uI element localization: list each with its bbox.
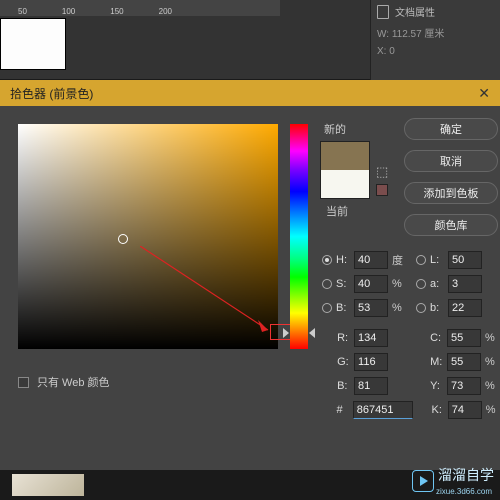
label-g: G: [337, 356, 350, 368]
dialog-buttons: 确定 取消 添加到色板 颜色库 [404, 118, 498, 236]
input-s[interactable] [354, 275, 388, 293]
radio-bb[interactable] [416, 303, 426, 313]
input-h[interactable] [354, 251, 388, 269]
dialog-title: 拾色器 (前景色) [10, 85, 93, 102]
radio-s[interactable] [322, 279, 332, 289]
input-a[interactable] [448, 275, 482, 293]
color-swatch[interactable] [320, 141, 370, 199]
x-readout: X: 0 [377, 46, 494, 57]
hue-slider-handle-right-icon[interactable] [309, 328, 315, 338]
current-color-swatch[interactable] [321, 170, 369, 198]
layer-thumbnail[interactable] [12, 474, 84, 496]
picker-cursor-icon[interactable] [118, 234, 128, 244]
ok-button[interactable]: 确定 [404, 118, 498, 140]
label-m: M: [430, 356, 443, 368]
checkbox-web-only[interactable] [18, 377, 29, 388]
bottom-bar: 溜溜自学 zixue.3d66.com [0, 470, 500, 500]
input-k[interactable] [448, 401, 482, 419]
gamut-warning-swatch[interactable] [376, 184, 388, 196]
input-l[interactable] [448, 251, 482, 269]
label-y: Y: [430, 380, 443, 392]
label-h: H: [336, 254, 350, 266]
cancel-button[interactable]: 取消 [404, 150, 498, 172]
input-y[interactable] [447, 377, 481, 395]
input-r[interactable] [354, 329, 388, 347]
label-c: C: [430, 332, 443, 344]
label-l: L: [430, 254, 444, 266]
current-color-label: 当前 [326, 203, 390, 219]
app-background: 50 100 150 200 ✱ 文档属性 W: 112.57 厘米 X: 0 [0, 0, 500, 80]
ruler-tick: 200 [159, 7, 172, 16]
width-readout: W: 112.57 厘米 [377, 25, 494, 40]
unit-y: % [485, 380, 498, 392]
canvas-preview [0, 18, 66, 70]
label-bb: b: [430, 302, 444, 314]
input-bl[interactable] [354, 377, 388, 395]
brand-play-icon [412, 470, 434, 492]
label-bl: B: [337, 380, 350, 392]
saturation-brightness-field[interactable] [18, 124, 278, 349]
cube-icon[interactable]: ⬚ [376, 164, 388, 180]
new-color-label: 新的 [324, 121, 390, 137]
document-icon [377, 5, 389, 19]
unit-m: % [485, 356, 498, 368]
properties-panel: 文档属性 W: 112.57 厘米 X: 0 [370, 0, 500, 80]
label-s: S: [336, 278, 350, 290]
close-icon[interactable]: ✕ [478, 85, 490, 102]
input-hex[interactable] [353, 401, 413, 419]
brand-url: zixue.3d66.com [436, 487, 494, 496]
input-m[interactable] [447, 353, 481, 371]
add-to-swatches-button[interactable]: 添加到色板 [404, 182, 498, 204]
label-k: K: [432, 404, 444, 416]
color-picker-dialog: 拾色器 (前景色) ✕ 新的 当前 ⬚ 确定 取消 添加到色板 颜色库 [0, 80, 500, 500]
web-only-label: 只有 Web 颜色 [37, 374, 110, 390]
ruler-tick: 100 [62, 7, 75, 16]
label-b: B: [336, 302, 350, 314]
dialog-titlebar[interactable]: 拾色器 (前景色) ✕ [0, 80, 500, 106]
watermark: 溜溜自学 zixue.3d66.com [412, 465, 494, 496]
radio-a[interactable] [416, 279, 426, 289]
unit-s: % [392, 278, 406, 290]
label-a: a: [430, 278, 444, 290]
properties-title: 文档属性 [395, 4, 435, 19]
input-g[interactable] [354, 353, 388, 371]
ruler-tick: 150 [110, 7, 123, 16]
unit-b: % [392, 302, 406, 314]
input-b[interactable] [354, 299, 388, 317]
new-color-swatch[interactable] [321, 142, 369, 170]
unit-c: % [485, 332, 498, 344]
web-colors-only[interactable]: 只有 Web 颜色 [18, 374, 110, 390]
color-libraries-button[interactable]: 颜色库 [404, 214, 498, 236]
hue-slider-handle-left-icon[interactable] [283, 328, 289, 338]
label-r: R: [337, 332, 350, 344]
ruler-tick: 50 [18, 7, 27, 16]
color-values: H: 度 L: S: % a: B: % [322, 248, 498, 422]
ruler: 50 100 150 200 [0, 0, 280, 16]
input-bb[interactable] [448, 299, 482, 317]
radio-b[interactable] [322, 303, 332, 313]
unit-k: % [486, 404, 498, 416]
input-c[interactable] [447, 329, 481, 347]
unit-h: 度 [392, 252, 406, 268]
radio-l[interactable] [416, 255, 426, 265]
brand-name: 溜溜自学 [438, 465, 494, 485]
hue-slider[interactable] [290, 124, 308, 349]
radio-h[interactable] [322, 255, 332, 265]
label-hex: # [337, 404, 349, 416]
